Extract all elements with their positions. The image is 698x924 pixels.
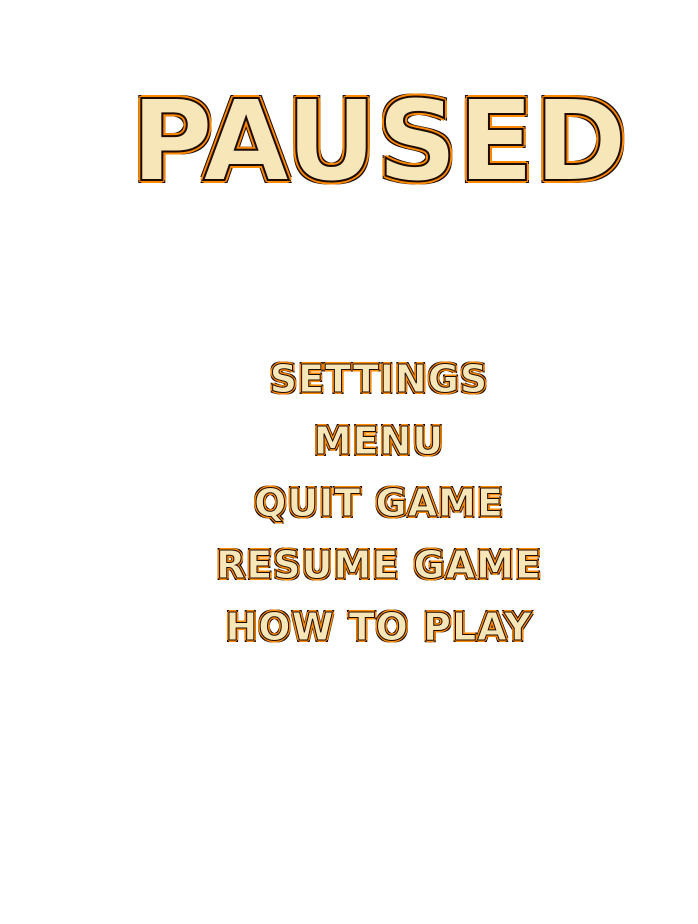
- pause-title: PAUSED: [130, 77, 628, 207]
- settings-button[interactable]: SETTINGS: [0, 360, 698, 399]
- how-to-play-button[interactable]: HOW TO PLAY: [0, 608, 698, 647]
- pause-menu: SETTINGS MENU QUIT GAME RESUME GAME HOW …: [0, 350, 698, 670]
- menu-button[interactable]: MENU: [0, 422, 698, 461]
- resume-game-button[interactable]: RESUME GAME: [0, 546, 698, 585]
- pause-screen: PAUSED SETTINGS MENU QUIT GAME RESUME GA…: [0, 0, 698, 924]
- quit-game-button[interactable]: QUIT GAME: [0, 484, 698, 523]
